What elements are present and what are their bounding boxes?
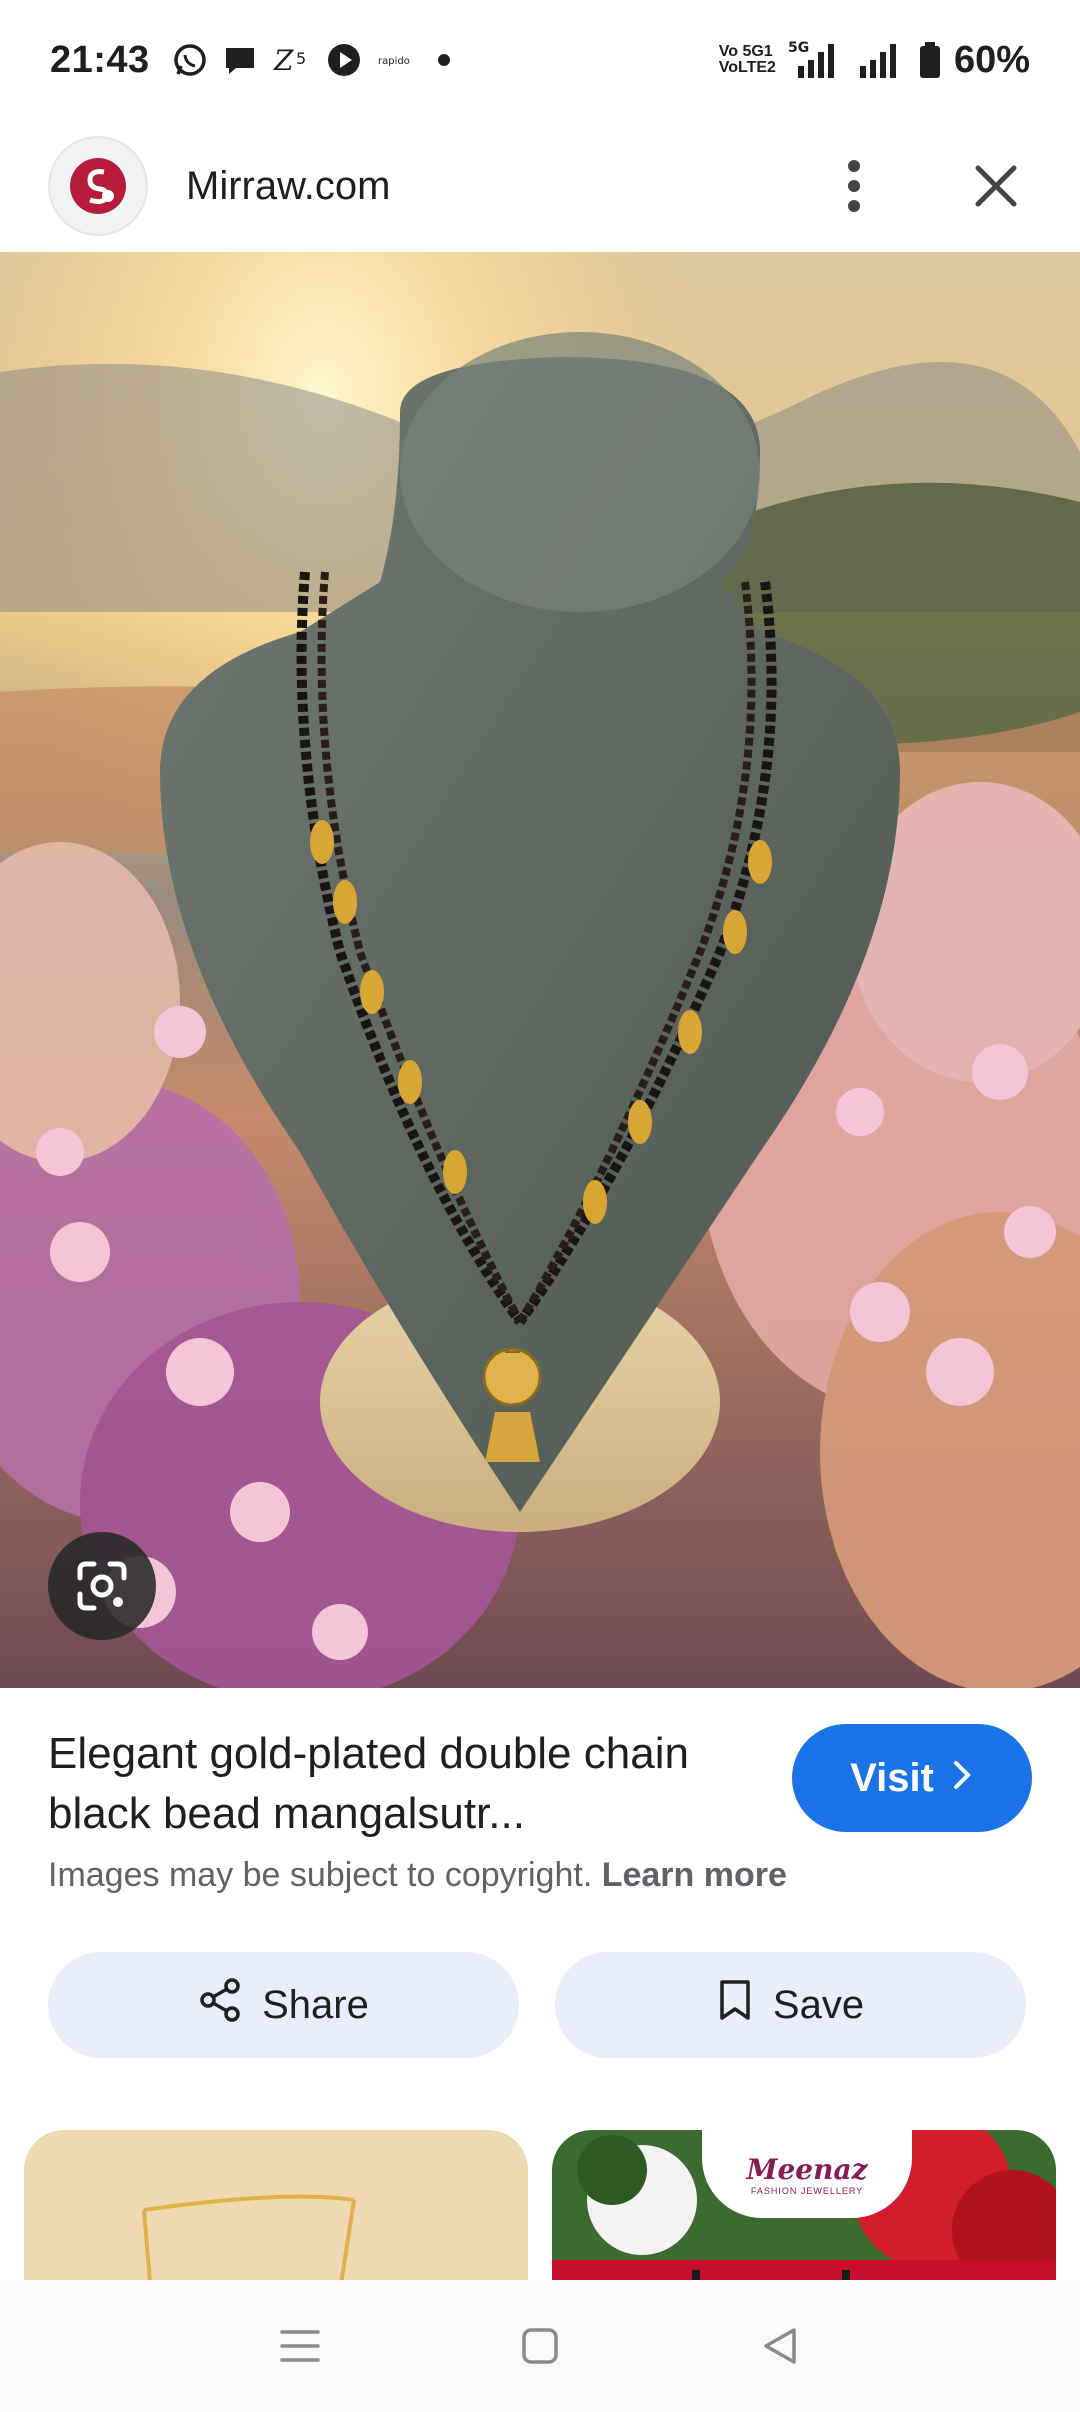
meenaz-logo: Meenaz FASHION JEWELLERY — [702, 2130, 912, 2218]
share-label: Share — [262, 1982, 369, 2027]
site-title[interactable]: Mirraw.com — [186, 164, 390, 209]
more-vertical-icon[interactable] — [818, 150, 890, 222]
share-button[interactable]: Share — [48, 1952, 519, 2058]
visit-label: Visit — [850, 1755, 934, 1800]
status-time: 21:43 — [50, 38, 150, 81]
notification-icons: Z5 rapido — [172, 42, 454, 78]
share-icon — [198, 1978, 242, 2032]
battery-icon — [918, 40, 942, 80]
related-thumbnail[interactable]: Meenaz FASHION JEWELLERY — [552, 2130, 1056, 2280]
chevron-right-icon — [952, 1756, 974, 1801]
hero-image[interactable] — [0, 252, 1080, 1688]
result-title[interactable]: Elegant gold-plated double chain black b… — [48, 1724, 748, 1844]
rapido-label: rapido — [378, 56, 410, 67]
menu-icon[interactable] — [260, 2306, 340, 2386]
whatsapp-icon — [172, 42, 208, 78]
top-header: Mirraw.com — [0, 120, 1080, 252]
dot-icon — [434, 50, 454, 70]
save-button[interactable]: Save — [555, 1952, 1026, 2058]
necklace-photo — [0, 252, 1080, 1688]
mirraw-logo-icon[interactable] — [48, 136, 148, 236]
status-bar: 21:43 Z5 rapido Vo 5G1 VoLTE2 5G 60% — [0, 0, 1080, 120]
network-label-top: Vo 5G1 — [718, 43, 773, 60]
signal-icon: 5G — [788, 40, 844, 80]
google-lens-icon[interactable] — [48, 1532, 156, 1640]
navigation-bar — [0, 2280, 1080, 2412]
play-icon — [326, 42, 362, 78]
network-type: 5G — [788, 40, 809, 56]
rapido-icon: rapido — [376, 50, 420, 70]
learn-more-link[interactable]: Learn more — [602, 1856, 787, 1894]
bookmark-icon — [717, 1978, 753, 2032]
battery-percent: 60% — [953, 38, 1030, 81]
back-icon[interactable] — [740, 2306, 820, 2386]
header-actions — [818, 150, 1032, 222]
save-label: Save — [772, 1982, 865, 2027]
chat-icon — [222, 42, 258, 78]
network-label-bottom: VoLTE2 — [718, 59, 776, 76]
copyright-notice: Images may be subject to copyright. Lear… — [48, 1856, 787, 1895]
signal-icon — [856, 40, 906, 80]
related-thumbnail[interactable] — [24, 2130, 528, 2280]
meenaz-sub: FASHION JEWELLERY — [750, 2185, 864, 2196]
home-icon[interactable] — [500, 2306, 580, 2386]
network-label: Vo 5G1 VoLTE2 — [719, 44, 776, 76]
z5-icon: Z5 — [272, 42, 312, 78]
svg-text:Z: Z — [273, 44, 294, 77]
result-info: Elegant gold-plated double chain black b… — [0, 1688, 1080, 2118]
related-results: Meenaz FASHION JEWELLERY — [0, 2130, 1080, 2280]
action-row: Share Save — [48, 1952, 1026, 2058]
copyright-text: Images may be subject to copyright. — [48, 1856, 593, 1894]
status-right: Vo 5G1 VoLTE2 5G 60% — [719, 39, 1030, 82]
meenaz-brand: Meenaz — [746, 2152, 868, 2186]
svg-text:5: 5 — [296, 49, 306, 68]
close-icon[interactable] — [960, 150, 1032, 222]
visit-button[interactable]: Visit — [792, 1724, 1032, 1832]
